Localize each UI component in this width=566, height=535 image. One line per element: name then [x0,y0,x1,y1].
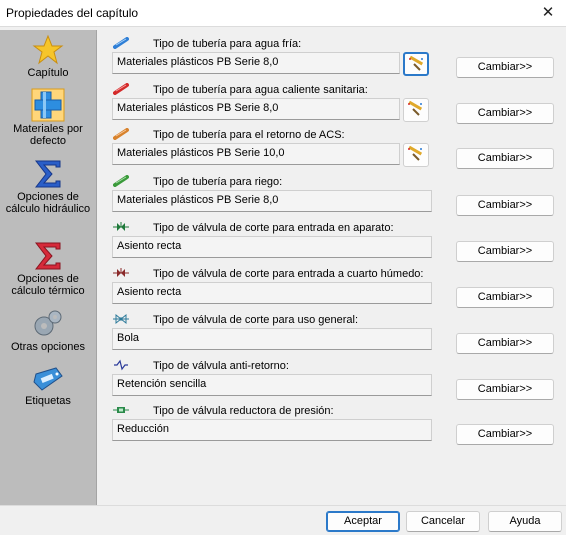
section-label: Tipo de válvula anti-retorno: [153,360,289,372]
sidebar-item-label: Opciones de cálculo térmico [11,273,85,297]
change-button[interactable]: Cambiar>> [456,241,554,262]
sigma-red-icon [34,242,61,270]
pipe-picker-button[interactable] [403,98,429,122]
pressure-reducer-field[interactable]: Reducción [112,419,432,441]
section-label: Tipo de tubería para el retorno de ACS: [153,129,345,141]
change-button[interactable]: Cambiar>> [456,103,554,124]
section-general-valve: Tipo de válvula de corte para uso genera… [97,311,566,357]
change-button[interactable]: Cambiar>> [456,379,554,400]
cancel-button[interactable]: Cancelar [406,511,480,532]
change-button[interactable]: Cambiar>> [456,57,554,78]
sidebar-item-calculo-hidraulico[interactable]: Opciones de cálculo hidráulico [0,158,96,215]
sidebar-item-label: Opciones de cálculo hidráulico [5,191,91,215]
title-divider [0,26,566,27]
section-label: Tipo de tubería para riego: [153,176,283,188]
section-irrigation-pipe: Tipo de tubería para riego: Materiales p… [97,173,566,219]
section-acs-return-pipe: Tipo de tubería para el retorno de ACS: … [97,126,566,172]
sidebar-item-label: Otras opciones [11,341,85,353]
irrigation-pipe-field[interactable]: Materiales plásticos PB Serie 8,0 [112,190,432,212]
blue-pipe-icon [113,37,129,49]
pressure-reducer-icon [113,407,129,413]
sidebar-item-calculo-termico[interactable]: Opciones de cálculo térmico [0,240,96,297]
section-wet-room-valve: Tipo de válvula de corte para entrada a … [97,265,566,311]
section-label: Tipo de tubería para agua caliente sanit… [153,84,368,96]
shutoff-valve-icon [113,222,129,231]
check-valve-icon [114,359,128,371]
settings-panel: Tipo de tubería para agua fría: Material… [97,30,566,505]
section-pressure-reducer: Tipo de válvula reductora de presión: Re… [97,402,566,448]
section-label: Tipo de tubería para agua fría: [153,38,302,50]
section-hot-water-pipe: Tipo de tubería para agua caliente sanit… [97,81,566,127]
sidebar-item-otras-opciones[interactable]: Otras opciones [0,308,96,353]
footer-divider [0,505,566,506]
pipe-fitting-icon [31,88,65,122]
help-button[interactable]: Ayuda [488,511,562,532]
close-icon[interactable]: ✕ [538,3,558,23]
pick-wand-icon [408,100,423,116]
section-cold-water-pipe: Tipo de tubería para agua fría: Material… [97,35,566,81]
sidebar-item-label: Etiquetas [25,395,71,407]
change-button[interactable]: Cambiar>> [456,424,554,445]
gears-icon [34,310,62,336]
general-valve-field[interactable]: Bola [112,328,432,350]
properties-dialog: Propiedades del capítulo ✕ Capítulo Mate… [0,0,566,535]
acs-return-pipe-field[interactable]: Materiales plásticos PB Serie 10,0 [112,143,400,165]
section-label: Tipo de válvula de corte para entrada a … [153,268,424,280]
pick-wand-icon [408,145,423,161]
change-button[interactable]: Cambiar>> [456,287,554,308]
section-check-valve: Tipo de válvula anti-retorno: Retención … [97,357,566,403]
wet-room-valve-icon [113,268,129,277]
wet-room-valve-field[interactable]: Asiento recta [112,282,432,304]
section-appliance-shutoff-valve: Tipo de válvula de corte para entrada en… [97,219,566,265]
window-title: Propiedades del capítulo [6,6,139,20]
sidebar: Capítulo Materiales por defecto Opciones… [0,30,97,505]
change-button[interactable]: Cambiar>> [456,148,554,169]
accept-button[interactable]: Aceptar [326,511,400,532]
ball-valve-icon [113,313,129,325]
change-button[interactable]: Cambiar>> [456,195,554,216]
appliance-valve-field[interactable]: Asiento recta [112,236,432,258]
sigma-blue-icon [34,160,61,188]
change-button[interactable]: Cambiar>> [456,333,554,354]
sidebar-item-etiquetas[interactable]: Etiquetas [0,364,96,407]
check-valve-field[interactable]: Retención sencilla [112,374,432,396]
green-pipe-icon [113,175,129,187]
sidebar-item-capitulo[interactable]: Capítulo [0,34,96,79]
pipe-picker-button[interactable] [403,52,429,76]
sidebar-item-label: Materiales por defecto [13,123,83,147]
pipe-picker-button[interactable] [403,143,429,167]
orange-pipe-icon [113,128,129,140]
star-icon [32,34,64,65]
section-label: Tipo de válvula reductora de presión: [153,405,334,417]
pick-wand-icon [409,55,424,71]
red-pipe-icon [113,83,129,95]
section-label: Tipo de válvula de corte para uso genera… [153,314,359,326]
sidebar-item-label: Capítulo [27,67,69,79]
section-label: Tipo de válvula de corte para entrada en… [153,222,394,234]
title-bar: Propiedades del capítulo ✕ [0,0,566,26]
cold-water-pipe-field[interactable]: Materiales plásticos PB Serie 8,0 [112,52,400,74]
hot-water-pipe-field[interactable]: Materiales plásticos PB Serie 8,0 [112,98,400,120]
sidebar-item-materiales[interactable]: Materiales por defecto [0,88,96,147]
tag-icon [33,367,63,391]
